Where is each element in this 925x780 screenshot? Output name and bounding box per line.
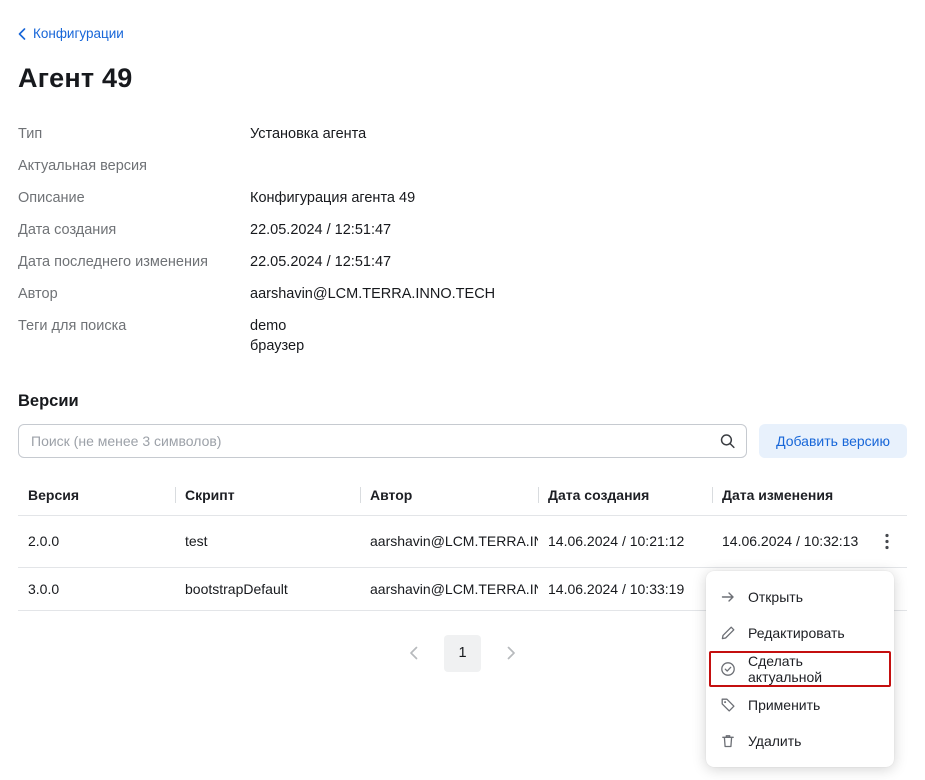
column-header-author: Автор (360, 475, 538, 515)
detail-value: 22.05.2024 / 12:51:47 (250, 252, 907, 272)
versions-heading: Версии (18, 392, 907, 411)
cell-script: test (175, 520, 360, 562)
detail-value (250, 156, 907, 176)
check-circle-icon (720, 661, 736, 677)
tag-icon (720, 697, 736, 713)
pagination-page-1[interactable]: 1 (444, 635, 481, 672)
search-icon[interactable] (719, 432, 736, 449)
cell-author: aarshavin@LCM.TERRA.INNO.TECH (360, 568, 538, 610)
detail-row-author: Автор aarshavin@LCM.TERRA.INNO.TECH (18, 278, 907, 310)
cell-script: bootstrapDefault (175, 568, 360, 610)
detail-value: aarshavin@LCM.TERRA.INNO.TECH (250, 284, 907, 304)
menu-item-label: Сделать актуальной (748, 653, 880, 685)
page-title: Агент 49 (18, 63, 907, 94)
search-field (18, 424, 747, 458)
column-header-version: Версия (18, 475, 175, 515)
detail-row-tags: Теги для поиска demo браузер (18, 310, 907, 362)
detail-row-type: Тип Установка агента (18, 118, 907, 150)
tag-line: браузер (250, 336, 907, 356)
detail-label: Дата последнего изменения (18, 252, 250, 272)
detail-label: Актуальная версия (18, 156, 250, 176)
context-menu: Открыть Редактировать Сделать актуальной… (706, 571, 894, 767)
details-section: Тип Установка агента Актуальная версия О… (18, 118, 907, 362)
menu-item-apply[interactable]: Применить (706, 687, 894, 723)
cell-modified: 14.06.2024 / 10:32:13 (712, 520, 867, 562)
detail-label: Описание (18, 188, 250, 208)
detail-row-description: Описание Конфигурация агента 49 (18, 182, 907, 214)
detail-value: demo браузер (250, 316, 907, 356)
menu-item-open[interactable]: Открыть (706, 579, 894, 615)
tag-line: demo (250, 316, 907, 336)
column-header-actions (867, 483, 907, 507)
menu-item-label: Редактировать (748, 625, 845, 641)
column-header-created: Дата создания (538, 475, 712, 515)
add-version-button[interactable]: Добавить версию (759, 424, 907, 458)
breadcrumb[interactable]: Конфигурации (18, 26, 124, 41)
table-row[interactable]: 2.0.0 test aarshavin@LCM.TERRA.INNO.TECH… (18, 516, 907, 568)
pagination-next-button[interactable] (501, 640, 522, 666)
pencil-icon (720, 625, 736, 641)
detail-value: 22.05.2024 / 12:51:47 (250, 220, 907, 240)
search-input[interactable] (18, 424, 747, 458)
menu-item-make-actual[interactable]: Сделать актуальной (709, 651, 891, 687)
menu-item-edit[interactable]: Редактировать (706, 615, 894, 651)
cell-created: 14.06.2024 / 10:21:12 (538, 520, 712, 562)
pagination-prev-button[interactable] (403, 640, 424, 666)
trash-icon (720, 733, 736, 749)
cell-version: 3.0.0 (18, 568, 175, 610)
table-header-row: Версия Скрипт Автор Дата создания Дата и… (18, 475, 907, 516)
detail-value: Конфигурация агента 49 (250, 188, 907, 208)
detail-row-created: Дата создания 22.05.2024 / 12:51:47 (18, 214, 907, 246)
versions-toolbar: Добавить версию (18, 424, 907, 458)
menu-item-delete[interactable]: Удалить (706, 723, 894, 759)
detail-label: Теги для поиска (18, 316, 250, 356)
detail-row-current-version: Актуальная версия (18, 150, 907, 182)
column-header-modified: Дата изменения (712, 475, 867, 515)
back-chevron-icon (18, 28, 26, 40)
menu-item-label: Удалить (748, 733, 801, 749)
breadcrumb-label: Конфигурации (33, 26, 124, 41)
cell-version: 2.0.0 (18, 520, 175, 562)
detail-label: Дата создания (18, 220, 250, 240)
column-header-script: Скрипт (175, 475, 360, 515)
menu-item-label: Открыть (748, 589, 803, 605)
arrow-right-icon (720, 589, 736, 605)
cell-actions (867, 516, 907, 567)
cell-created: 14.06.2024 / 10:33:19 (538, 568, 712, 610)
row-actions-kebab-button[interactable] (877, 529, 897, 554)
detail-row-modified: Дата последнего изменения 22.05.2024 / 1… (18, 246, 907, 278)
detail-label: Автор (18, 284, 250, 304)
detail-label: Тип (18, 124, 250, 144)
menu-item-label: Применить (748, 697, 820, 713)
cell-author: aarshavin@LCM.TERRA.INNO.TECH (360, 520, 538, 562)
detail-value: Установка агента (250, 124, 907, 144)
